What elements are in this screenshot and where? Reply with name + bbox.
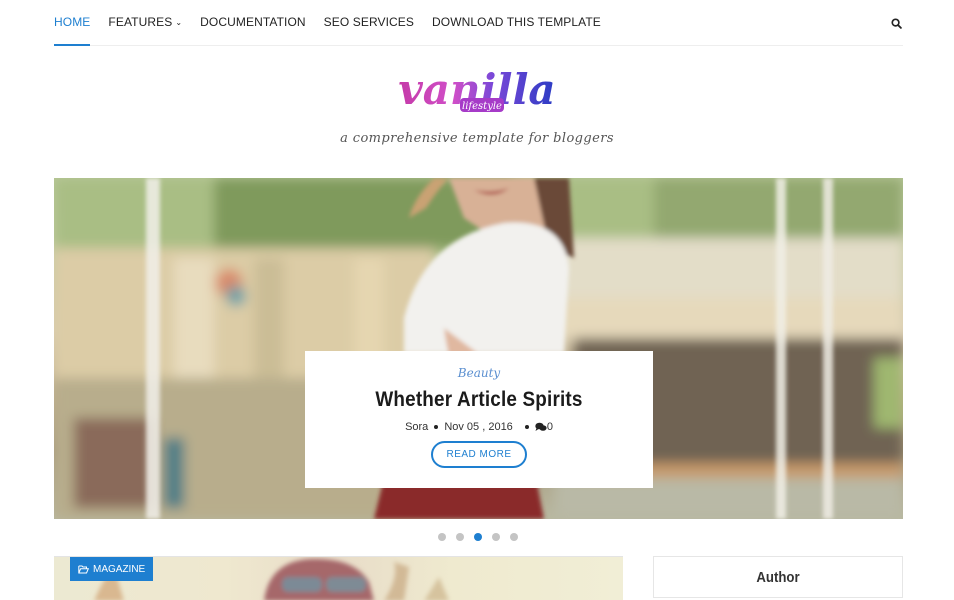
- nav-item-label: DOWNLOAD THIS TEMPLATE: [432, 15, 601, 29]
- nav-menu: HOME FEATURES ⌄ DOCUMENTATION SEO SERVICE…: [54, 0, 903, 46]
- nav-item-seo-services[interactable]: SEO SERVICES: [324, 0, 414, 45]
- folder-open-icon: [78, 565, 89, 573]
- slide-meta: Sora Nov 05 , 2016 0: [305, 421, 653, 433]
- nav-item-label: FEATURES: [108, 15, 173, 29]
- nav-item-home[interactable]: HOME: [54, 0, 91, 46]
- comments-icon: [535, 422, 547, 431]
- author-widget: Author: [653, 556, 903, 598]
- main-navigation: HOME FEATURES ⌄ DOCUMENTATION SEO SERVICE…: [54, 0, 903, 46]
- comments-count: 0: [546, 421, 553, 433]
- site-tagline: a comprehensive template for bloggers: [340, 131, 614, 146]
- slide-date: Nov 05 , 2016: [444, 421, 513, 433]
- slide-title[interactable]: Whether Article Spirits: [322, 388, 635, 412]
- logo-subtext: lifestyle: [462, 101, 502, 112]
- nav-item-label: SEO SERVICES: [323, 15, 415, 29]
- meta-separator: [524, 425, 529, 429]
- slider-dot-4[interactable]: [491, 533, 500, 541]
- category-badge-magazine[interactable]: MAGAZINE: [70, 557, 154, 581]
- search-button[interactable]: [891, 16, 903, 29]
- comments-link[interactable]: 0: [535, 421, 553, 433]
- nav-item-download-template[interactable]: DOWNLOAD THIS TEMPLATE: [432, 0, 601, 45]
- slider-pagination: [0, 533, 954, 541]
- meta-separator: [434, 425, 439, 429]
- read-more-button[interactable]: READ MORE: [431, 441, 527, 468]
- slide-author[interactable]: Sora: [405, 421, 428, 433]
- slider-dot-2[interactable]: [455, 533, 464, 541]
- nav-item-label: DOCUMENTATION: [200, 15, 306, 29]
- category-badge-label: MAGAZINE: [93, 563, 146, 575]
- search-icon: [891, 18, 902, 29]
- chevron-down-icon: ⌄: [175, 18, 183, 27]
- nav-item-documentation[interactable]: DOCUMENTATION: [200, 0, 306, 45]
- featured-slider[interactable]: Beauty Whether Article Spirits Sora Nov …: [54, 178, 903, 519]
- nav-item-features[interactable]: FEATURES ⌄: [108, 0, 182, 45]
- logo-wordmark: vanilla lifestyle: [392, 60, 562, 122]
- slider-dot-5[interactable]: [509, 533, 518, 541]
- nav-item-label: HOME: [54, 15, 91, 29]
- site-logo[interactable]: vanilla lifestyle a comprehensive templa…: [0, 60, 954, 146]
- featured-post-thumbnail[interactable]: MAGAZINE: [54, 556, 623, 600]
- slider-dot-3[interactable]: [473, 533, 482, 541]
- author-widget-title: Author: [756, 569, 800, 586]
- slide-caption-card: Beauty Whether Article Spirits Sora Nov …: [305, 351, 653, 488]
- slider-dot-1[interactable]: [437, 533, 446, 541]
- slide-category-link[interactable]: Beauty: [305, 366, 653, 380]
